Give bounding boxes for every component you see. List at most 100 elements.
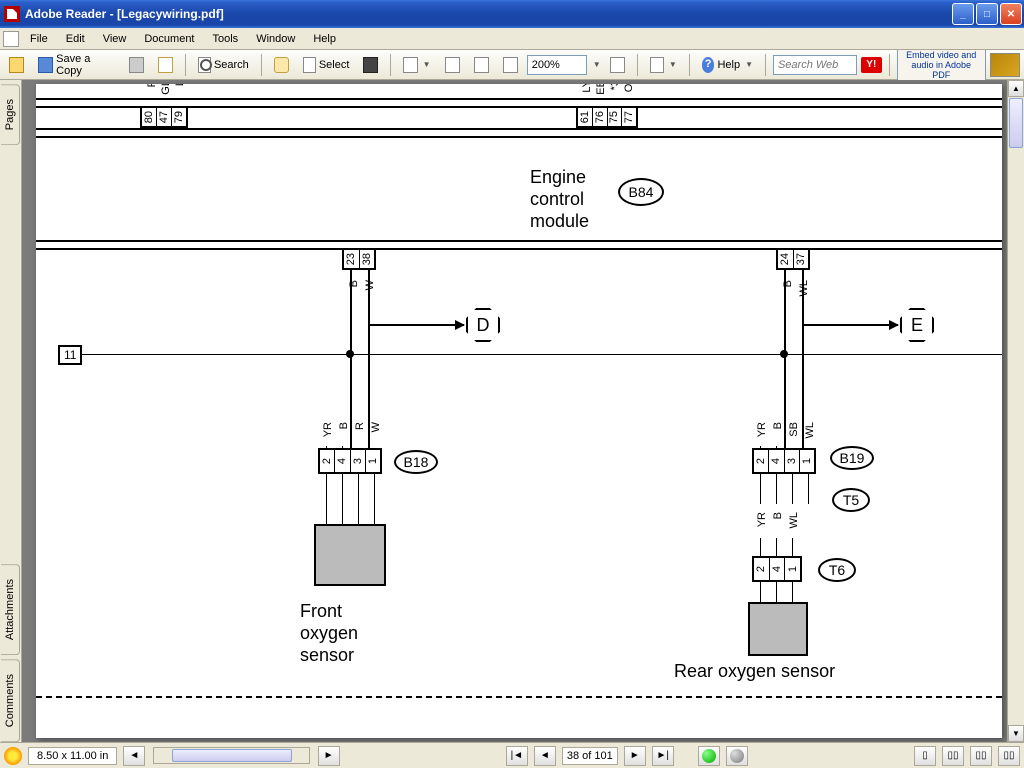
- scroll-left-button[interactable]: ◄: [123, 746, 145, 766]
- chevron-down-icon[interactable]: ▼: [593, 60, 601, 69]
- email-button[interactable]: [153, 54, 178, 76]
- hscroll-thumb[interactable]: [172, 749, 292, 762]
- wire-label: L: [174, 84, 186, 86]
- pin-number: 61: [579, 111, 591, 123]
- scroll-up-button[interactable]: ▲: [1008, 80, 1024, 97]
- sun-icon[interactable]: [4, 747, 22, 765]
- first-page-button[interactable]: |◄: [506, 746, 528, 766]
- reference-e: E: [900, 308, 934, 342]
- rear-o2-sensor-box: [748, 602, 808, 656]
- yahoo-icon[interactable]: Y!: [861, 57, 882, 73]
- save-copy-label: Save a Copy: [56, 53, 115, 77]
- select-tool-button[interactable]: Select: [298, 54, 355, 76]
- save-copy-button[interactable]: Save a Copy: [33, 54, 120, 76]
- pin-number: 2: [755, 458, 767, 464]
- chevron-down-icon: ▼: [745, 60, 753, 69]
- page-dimensions: 8.50 x 11.00 in: [28, 747, 117, 765]
- sidebar-tab-attachments[interactable]: Attachments: [1, 564, 20, 655]
- zoom-plus-button[interactable]: [605, 54, 630, 76]
- facing-button[interactable]: ▯▯: [970, 746, 992, 766]
- disk-icon: [38, 57, 53, 73]
- forward-button[interactable]: [726, 746, 748, 766]
- wire-color: YR: [322, 422, 334, 437]
- pin-number: 1: [787, 566, 799, 572]
- zoom-input[interactable]: [527, 55, 587, 75]
- prev-page-button[interactable]: ◄: [534, 746, 556, 766]
- pin-number: 3: [352, 458, 364, 464]
- hand-icon: [274, 57, 289, 73]
- menu-view[interactable]: View: [95, 31, 135, 47]
- menu-document[interactable]: Document: [136, 31, 202, 47]
- pin-number: 2: [755, 566, 767, 572]
- connector-b84: B84: [618, 178, 664, 206]
- document-viewport[interactable]: P GL L 80 47 79 LY EB *3 Or 61 76 75 77: [22, 80, 1024, 742]
- wire-color: YR: [756, 512, 768, 527]
- continuous-button[interactable]: ▯▯: [942, 746, 964, 766]
- sidebar-tab-pages[interactable]: Pages: [1, 84, 20, 145]
- scroll-thumb[interactable]: [1009, 98, 1023, 148]
- wire-color: W: [364, 280, 376, 290]
- ecm-label: Engine control module: [530, 166, 589, 232]
- zoom-in-button[interactable]: ▼: [398, 54, 435, 76]
- scroll-down-button[interactable]: ▼: [1008, 725, 1024, 742]
- fit-page-button[interactable]: [469, 54, 494, 76]
- scroll-right-button[interactable]: ►: [318, 746, 340, 766]
- chevron-down-icon: ▼: [423, 60, 431, 69]
- close-button[interactable]: ✕: [1000, 3, 1022, 25]
- search-web-input[interactable]: [773, 55, 857, 75]
- fit-width-button[interactable]: [440, 54, 465, 76]
- pin-number: 75: [608, 111, 620, 123]
- wire-color: W: [370, 422, 382, 432]
- pin-number: 3: [786, 458, 798, 464]
- help-label: Help: [717, 59, 740, 71]
- minimize-button[interactable]: _: [952, 3, 974, 25]
- menu-window[interactable]: Window: [248, 31, 303, 47]
- help-button[interactable]: ?Help ▼: [697, 54, 758, 76]
- menu-file[interactable]: File: [22, 31, 56, 47]
- pin-number: 4: [771, 566, 783, 572]
- print-button[interactable]: [124, 54, 149, 76]
- binoculars-button[interactable]: Search: [193, 54, 254, 76]
- wire-color: WL: [788, 512, 800, 529]
- wire-label: P: [146, 84, 158, 87]
- menu-help[interactable]: Help: [305, 31, 344, 47]
- maximize-button[interactable]: □: [976, 3, 998, 25]
- vertical-scrollbar[interactable]: ▲ ▼: [1007, 80, 1024, 742]
- pin-number: 2: [321, 458, 333, 464]
- pin-number: 1: [367, 458, 379, 464]
- connector-b18: B18: [394, 450, 438, 474]
- menu-tools[interactable]: Tools: [205, 31, 247, 47]
- wire-color: R: [354, 422, 366, 430]
- forward-icon: [730, 749, 744, 763]
- wire-color: B: [772, 512, 784, 519]
- read-icon: [650, 57, 664, 73]
- menu-edit[interactable]: Edit: [58, 31, 93, 47]
- back-icon: [702, 749, 716, 763]
- pin-number: 76: [594, 111, 606, 123]
- reading-button[interactable]: ▼: [645, 54, 682, 76]
- horizontal-scrollbar[interactable]: [153, 747, 309, 764]
- wiring-diagram: P GL L 80 47 79 LY EB *3 Or 61 76 75 77: [36, 84, 1002, 738]
- window-titlebar: Adobe Reader - [Legacywiring.pdf] _ □ ✕: [0, 0, 1024, 28]
- embed-video-button[interactable]: Embed video and audio in Adobe PDF: [897, 47, 986, 83]
- help-icon: ?: [702, 57, 715, 73]
- page-indicator[interactable]: 38 of 101: [562, 747, 618, 765]
- reference-d: D: [466, 308, 500, 342]
- plus-icon: [610, 57, 625, 73]
- media-icon[interactable]: [990, 53, 1020, 77]
- open-button[interactable]: [4, 54, 29, 76]
- hand-tool-button[interactable]: [269, 54, 294, 76]
- next-page-button[interactable]: ►: [624, 746, 646, 766]
- last-page-button[interactable]: ►|: [652, 746, 674, 766]
- total-pages: 101: [594, 750, 612, 762]
- zoom-in-icon: [403, 57, 417, 73]
- pin-number: 77: [623, 111, 635, 123]
- back-button[interactable]: [698, 746, 720, 766]
- mail-icon: [158, 57, 173, 73]
- pdf-page: P GL L 80 47 79 LY EB *3 Or 61 76 75 77: [36, 84, 1002, 738]
- single-page-button[interactable]: ▯: [914, 746, 936, 766]
- snapshot-button[interactable]: [358, 54, 383, 76]
- continuous-facing-button[interactable]: ▯▯: [998, 746, 1020, 766]
- sidebar-tab-comments[interactable]: Comments: [1, 659, 20, 742]
- zoom-out-button[interactable]: [498, 54, 523, 76]
